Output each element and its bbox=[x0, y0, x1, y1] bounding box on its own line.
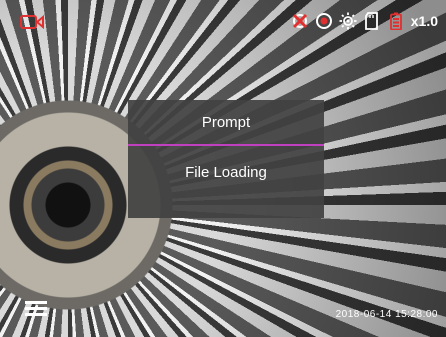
no-gps-icon bbox=[291, 12, 309, 30]
time-text: 15:28:00 bbox=[395, 309, 438, 320]
zoom-level: x1.0 bbox=[410, 13, 438, 29]
video-record-icon[interactable] bbox=[20, 14, 44, 30]
timestamp: 2018-06-14 15:28:00 bbox=[336, 309, 438, 320]
light-sensor-icon bbox=[339, 12, 357, 30]
menu-icon[interactable] bbox=[25, 301, 47, 317]
record-dot-icon bbox=[315, 12, 333, 30]
status-icons: x1.0 bbox=[291, 12, 438, 30]
camera-viewfinder: x1.0 Prompt File Loading 2018-06-14 15:2… bbox=[0, 0, 446, 337]
dialog-message: File Loading bbox=[185, 164, 267, 181]
dialog-title: Prompt bbox=[201, 114, 251, 131]
date-text: 2018-06-14 bbox=[335, 309, 392, 320]
status-bar: x1.0 bbox=[0, 0, 446, 42]
prompt-dialog: Prompt File Loading bbox=[128, 100, 324, 218]
battery-icon bbox=[387, 12, 405, 30]
dialog-divider bbox=[128, 144, 324, 146]
sd-card-icon bbox=[363, 12, 381, 30]
